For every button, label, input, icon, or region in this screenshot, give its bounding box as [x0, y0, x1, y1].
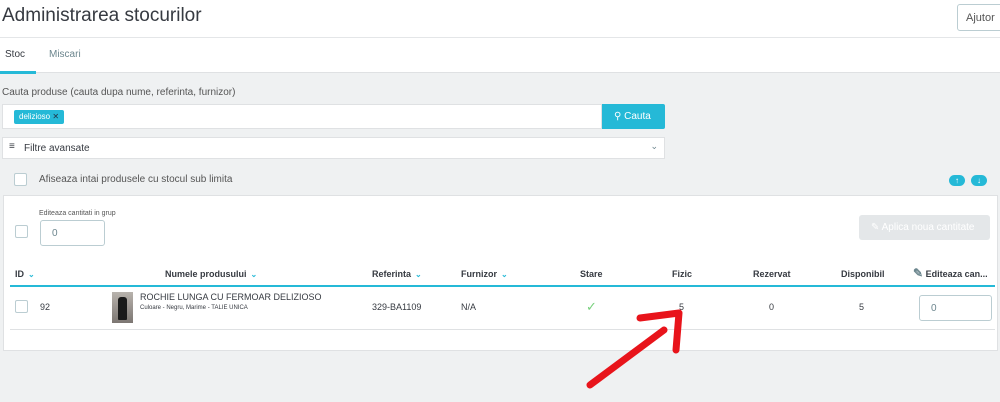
annotation-arrow	[586, 309, 683, 389]
